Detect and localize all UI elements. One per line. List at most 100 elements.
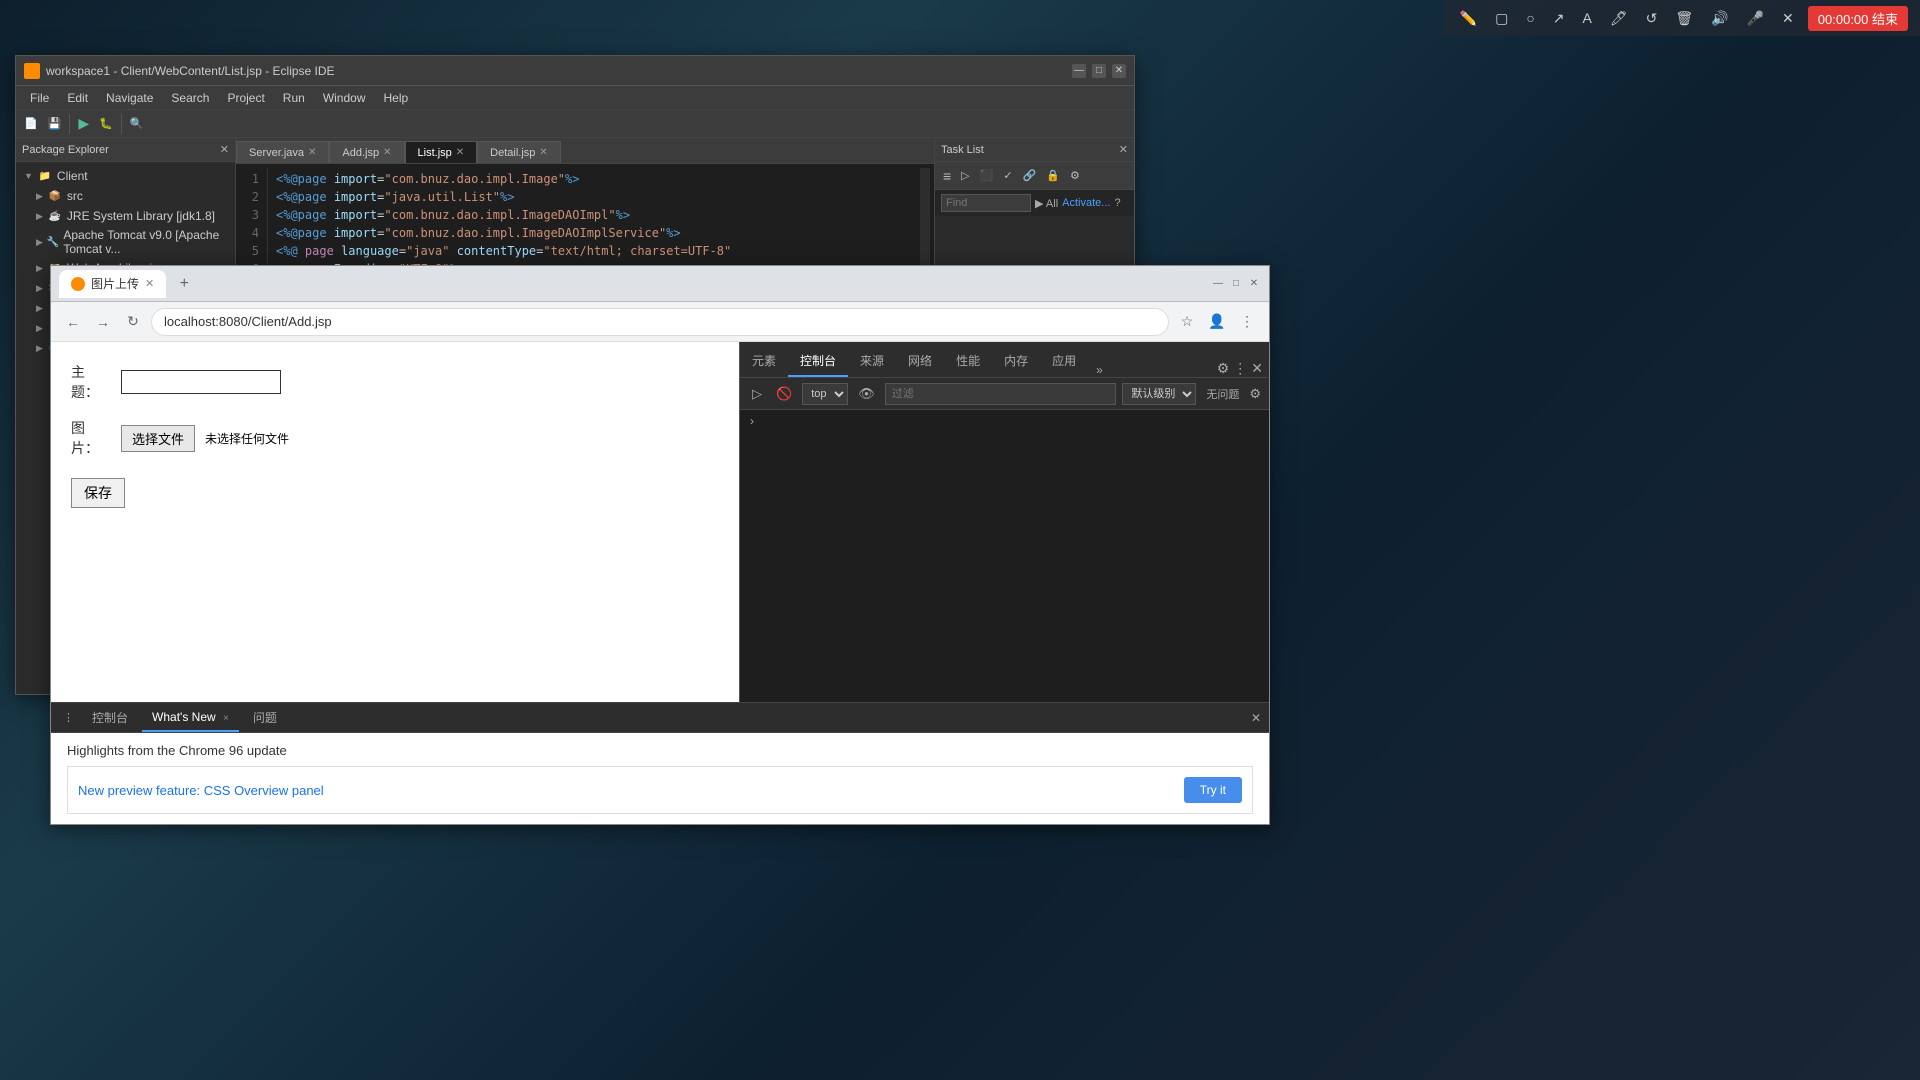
task-all-label[interactable]: ▶ All	[1035, 197, 1058, 210]
toolbar-run[interactable]: ▶	[74, 113, 93, 134]
bottom-panel-close-btn[interactable]: ✕	[1251, 711, 1261, 725]
undo-icon[interactable]: ↺	[1642, 8, 1662, 29]
task-toolbar-btn7[interactable]: ⚙	[1066, 167, 1084, 184]
pen-icon[interactable]: 🖊	[1606, 8, 1632, 29]
eclipse-close-btn[interactable]: ✕	[1112, 64, 1126, 78]
devtools-settings-icon[interactable]: ⚙	[1217, 360, 1230, 377]
browser-maximize-btn[interactable]: □	[1229, 277, 1243, 291]
devtools-gear-icon[interactable]: ⚙	[1249, 386, 1261, 402]
devtools-eye-btn[interactable]: 👁	[854, 384, 879, 404]
tab-list-jsp[interactable]: List.jsp ✕	[405, 141, 478, 163]
menu-navigate[interactable]: Navigate	[98, 89, 161, 107]
bottom-panel-menu-icon[interactable]: ⋮	[59, 711, 78, 724]
task-find-input[interactable]	[941, 194, 1031, 212]
menu-file[interactable]: File	[22, 89, 57, 107]
tab-detail-jsp[interactable]: Detail.jsp ✕	[477, 141, 561, 163]
tab-close-add[interactable]: ✕	[383, 147, 391, 158]
bottom-tab-whatsnew[interactable]: What's New ×	[142, 704, 239, 732]
menu-run[interactable]: Run	[275, 89, 313, 107]
package-explorer-close[interactable]: ✕	[220, 143, 229, 156]
task-toolbar-btn1[interactable]: ≡	[939, 166, 955, 186]
save-btn[interactable]: 保存	[71, 478, 125, 508]
devtools-tab-console[interactable]: 控制台	[788, 346, 848, 377]
browser-close-btn[interactable]: ✕	[1247, 277, 1261, 291]
devtools-tab-performance[interactable]: 性能	[944, 346, 992, 377]
volume-icon[interactable]: 🔊	[1707, 8, 1732, 29]
task-toolbar-btn3[interactable]: ⬛	[976, 167, 998, 184]
square-icon[interactable]: ▢	[1491, 8, 1512, 29]
browser-back-btn[interactable]: ←	[61, 310, 85, 334]
browser-new-tab-btn[interactable]: +	[172, 272, 196, 296]
timer-display[interactable]: 00:00:00 结束	[1808, 6, 1908, 31]
feature-title[interactable]: New preview feature: CSS Overview panel	[78, 783, 324, 798]
devtools-content-arrow[interactable]: ›	[748, 412, 756, 430]
pencil-icon[interactable]: ✏️	[1456, 8, 1481, 29]
circle-icon[interactable]: ○	[1522, 8, 1538, 28]
devtools-top-select[interactable]: top	[802, 383, 848, 405]
close-x-icon[interactable]: ✕	[1778, 8, 1798, 29]
toolbar-debug[interactable]: 🐛	[95, 115, 117, 132]
menu-edit[interactable]: Edit	[59, 89, 96, 107]
devtools-block-btn[interactable]: 🚫	[772, 384, 796, 404]
browser-refresh-btn[interactable]: ↻	[121, 310, 145, 334]
menu-help[interactable]: Help	[376, 89, 417, 107]
mic-icon[interactable]: 🎤	[1743, 8, 1768, 29]
task-list-close[interactable]: ✕	[1119, 143, 1128, 156]
menu-window[interactable]: Window	[315, 89, 374, 107]
eclipse-title: workspace1 - Client/WebContent/List.jsp …	[24, 63, 335, 79]
devtools-tab-application[interactable]: 应用	[1040, 346, 1088, 377]
browser-tab-active[interactable]: 图片上传 ✕	[59, 270, 166, 298]
bottom-tab-close[interactable]: ×	[223, 713, 229, 724]
devtools-more-tabs-btn[interactable]: »	[1088, 363, 1111, 377]
toolbar-new[interactable]: 📄	[20, 115, 42, 132]
devtools-tab-network[interactable]: 网络	[896, 346, 944, 377]
task-help-icon[interactable]: ?	[1114, 197, 1120, 209]
task-toolbar-btn4[interactable]: ✓	[999, 167, 1016, 184]
toolbar-save[interactable]: 💾	[44, 115, 66, 132]
devtools-tab-memory[interactable]: 内存	[992, 346, 1040, 377]
eclipse-maximize-btn[interactable]: □	[1092, 64, 1106, 78]
menu-project[interactable]: Project	[219, 89, 272, 107]
devtools-level-select[interactable]: 默认级别	[1122, 383, 1196, 405]
editor-tabs: Server.java ✕ Add.jsp ✕ List.jsp ✕ Detai…	[236, 138, 934, 164]
text-icon[interactable]: A	[1579, 8, 1596, 28]
devtools-options-icon[interactable]: ⋮	[1233, 360, 1247, 377]
devtools-filter-input[interactable]	[885, 383, 1117, 405]
tab-close-list[interactable]: ✕	[456, 147, 464, 158]
task-activate-btn[interactable]: Activate...	[1062, 197, 1110, 209]
devtools-close-btn[interactable]: ✕	[1251, 360, 1263, 377]
tab-close-detail[interactable]: ✕	[539, 147, 547, 158]
tree-item-client[interactable]: ▼ 📁 Client	[20, 166, 231, 186]
eclipse-menubar: File Edit Navigate Search Project Run Wi…	[16, 86, 1134, 110]
choose-file-btn[interactable]: 选择文件	[121, 425, 195, 452]
devtools-play-btn[interactable]: ▷	[748, 384, 766, 404]
devtools-tab-elements[interactable]: 元素	[740, 346, 788, 377]
arrow-icon[interactable]: ↗	[1549, 8, 1569, 29]
bottom-tab-console[interactable]: 控制台	[82, 703, 138, 732]
tree-item-tomcat[interactable]: ▶ 🔧 Apache Tomcat v9.0 [Apache Tomcat v.…	[20, 226, 231, 258]
tab-close-server[interactable]: ✕	[308, 147, 316, 158]
extensions-btn[interactable]: ⋮	[1235, 310, 1259, 334]
task-toolbar-btn6[interactable]: 🔒	[1042, 167, 1064, 184]
bookmark-btn[interactable]: ☆	[1175, 310, 1199, 334]
address-bar[interactable]: localhost:8080/Client/Add.jsp	[151, 308, 1169, 336]
bottom-tab-issues[interactable]: 问题	[243, 703, 287, 732]
toolbar-search[interactable]: 🔍	[126, 115, 148, 132]
browser-tab-close[interactable]: ✕	[145, 277, 154, 290]
menu-search[interactable]: Search	[163, 89, 217, 107]
devtools-tab-sources[interactable]: 来源	[848, 346, 896, 377]
feature-action-btn[interactable]: Try it	[1184, 777, 1242, 803]
browser-forward-btn[interactable]: →	[91, 310, 115, 334]
tree-item-src[interactable]: ▶ 📦 src	[20, 186, 231, 206]
trash-icon[interactable]: 🗑	[1671, 8, 1697, 29]
tab-server-java[interactable]: Server.java ✕	[236, 141, 329, 163]
tree-item-jre[interactable]: ▶ ☕ JRE System Library [jdk1.8]	[20, 206, 231, 226]
subject-input[interactable]	[121, 370, 281, 394]
task-toolbar-btn2[interactable]: ▷	[957, 167, 973, 184]
tab-add-jsp[interactable]: Add.jsp ✕	[329, 141, 404, 163]
profile-btn[interactable]: 👤	[1205, 310, 1229, 334]
browser-minimize-btn[interactable]: —	[1211, 277, 1225, 291]
task-toolbar-btn5[interactable]: 🔗	[1019, 167, 1041, 184]
eclipse-minimize-btn[interactable]: —	[1072, 64, 1086, 78]
dt-tab-label-elements: 元素	[752, 354, 776, 368]
